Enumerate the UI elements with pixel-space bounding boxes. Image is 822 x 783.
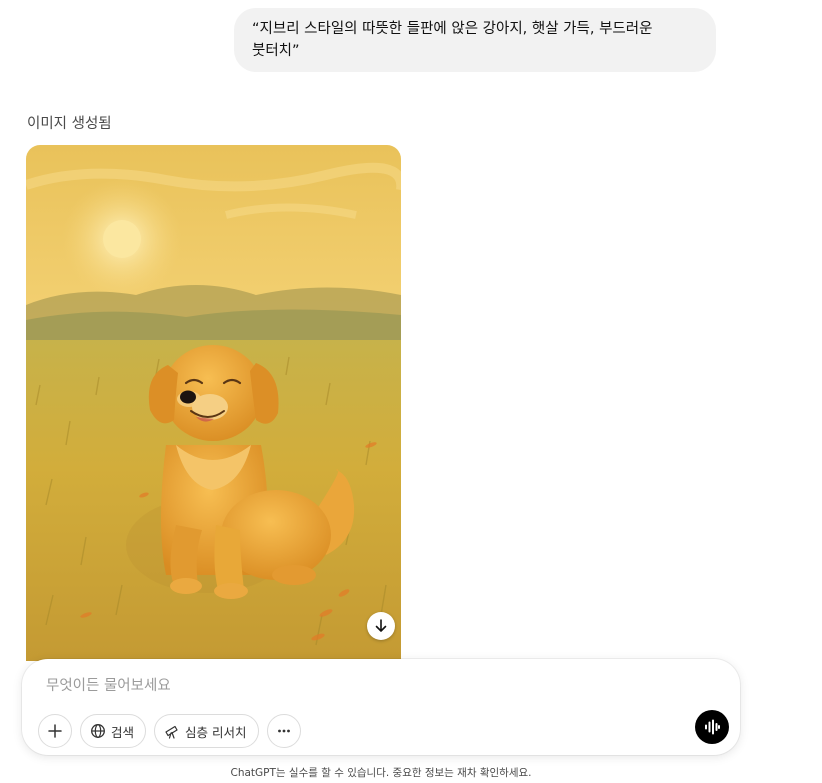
globe-icon [91,724,105,738]
image-generated-status: 이미지 생성됨 [27,116,112,132]
deep-research-button-label: 심층 리서치 [185,724,247,740]
ellipsis-icon [277,729,290,733]
message-input[interactable] [46,673,686,699]
download-image-button[interactable] [367,612,395,640]
add-attachment-button[interactable] [38,714,72,748]
deep-research-button[interactable]: 심층 리서치 [154,714,259,748]
user-message-bubble: “지브리 스타일의 따뜻한 들판에 앉은 강아지, 햇살 가득, 부드러운 붓터… [234,8,716,72]
disclaimer-text: ChatGPT는 실수를 할 수 있습니다. 중요한 정보는 재차 확인하세요. [230,767,532,779]
plus-icon [48,724,62,738]
more-tools-button[interactable] [266,714,301,748]
telescope-icon [165,725,178,739]
puppy-meadow-illustration [26,145,401,661]
search-button[interactable]: 검색 [80,714,147,748]
search-button-label: 검색 [111,724,135,740]
user-message-line-1: “지브리 스타일의 따뜻한 들판에 앉은 강아지, 햇살 가득, 부드러운 [252,21,653,37]
voice-waveform-icon [705,719,720,735]
generated-image[interactable] [26,145,401,661]
message-composer: 검색 심층 리서치 [22,659,740,755]
composer-toolbar: 검색 심층 리서치 [38,714,301,748]
user-message-line-2: 붓터치” [252,43,300,59]
voice-mode-button[interactable] [695,710,729,744]
arrow-down-icon [375,619,387,632]
